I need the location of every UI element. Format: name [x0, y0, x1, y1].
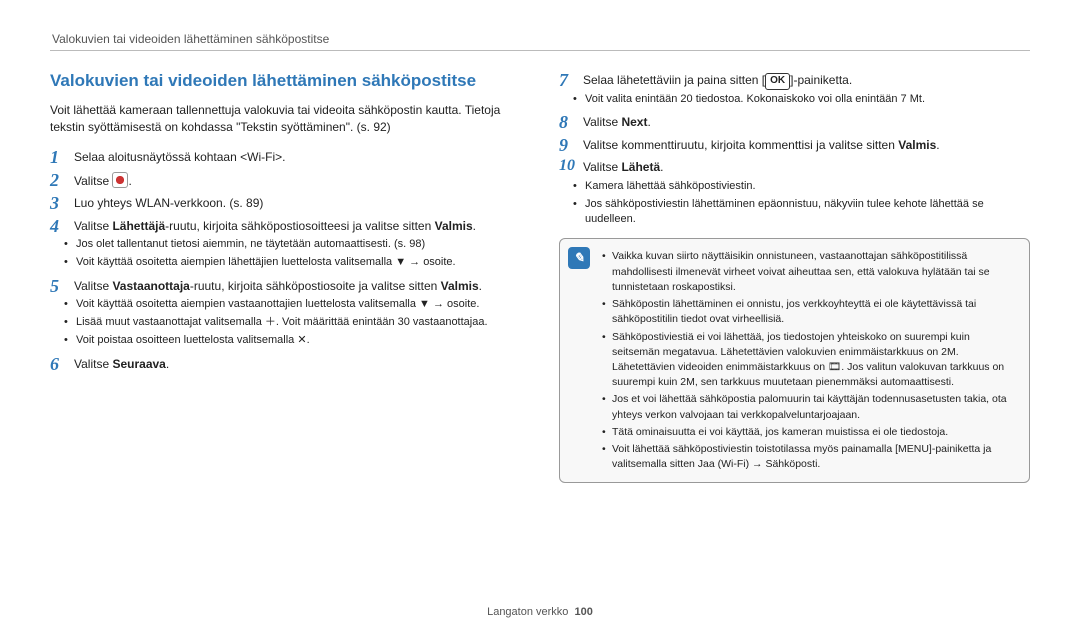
- list-item: Voit poistaa osoitteen luettelosta valit…: [76, 333, 521, 349]
- step-number-5: 5: [50, 277, 74, 295]
- step-number-6: 6: [50, 355, 74, 373]
- right-column: 7 Selaa lähetettäviin ja paina sitten [O…: [559, 65, 1030, 483]
- step-number-4: 4: [50, 217, 74, 235]
- left-column: Valokuvien tai videoiden lähettäminen sä…: [50, 65, 521, 483]
- section-title: Valokuvien tai videoiden lähettäminen sä…: [50, 69, 521, 94]
- list-item: Voit käyttää osoitetta aiempien vastaano…: [76, 297, 521, 313]
- list-item: Jos sähköpostiviestin lähettäminen epäon…: [585, 197, 1030, 229]
- list-item: Voit lähettää sähköpostiviestin toistoti…: [612, 442, 1019, 472]
- step-10-sublist: Kamera lähettää sähköpostiviestin. Jos s…: [585, 179, 1030, 229]
- step-number-1: 1: [50, 148, 74, 166]
- step-number-3: 3: [50, 194, 74, 212]
- step-number-10: 10: [559, 158, 583, 176]
- step-7-sublist: Voit valita enintään 20 tiedostoa. Kokon…: [585, 92, 1030, 108]
- list-item: Jos olet tallentanut tietosi aiemmin, ne…: [76, 237, 521, 253]
- step-9-text: Valitse kommenttiruutu, kirjoita komment…: [583, 136, 1030, 154]
- running-header: Valokuvien tai videoiden lähettäminen sä…: [50, 32, 1030, 46]
- step-10-text: Valitse Lähetä.: [583, 158, 1030, 176]
- list-item: Sähköpostin lähettäminen ei onnistu, jos…: [612, 297, 1019, 327]
- intro-text: Voit lähettää kameraan tallennettuja val…: [50, 102, 521, 137]
- step-4-text: Valitse Lähettäjä-ruutu, kirjoita sähköp…: [74, 217, 521, 235]
- step-number-2: 2: [50, 171, 74, 190]
- info-notebox: ✎ Vaikka kuvan siirto näyttäisikin onnis…: [559, 238, 1030, 483]
- list-item: Voit käyttää osoitetta aiempien lähettäj…: [76, 255, 521, 271]
- step-number-7: 7: [559, 71, 583, 90]
- step-number-8: 8: [559, 113, 583, 131]
- step-3-text: Luo yhteys WLAN-verkkoon. (s. 89): [74, 194, 521, 212]
- ok-key-icon: OK: [765, 73, 790, 90]
- note-icon: ✎: [568, 247, 590, 269]
- header-divider: [50, 50, 1030, 51]
- page-footer: Langaton verkko 100: [0, 606, 1080, 618]
- list-item: Lisää muut vastaanottajat valitsemalla ＋…: [76, 315, 521, 331]
- list-item: Tätä ominaisuutta ei voi käyttää, jos ka…: [612, 425, 1019, 440]
- footer-page-number: 100: [575, 606, 593, 618]
- step-2-text: Valitse .: [74, 171, 521, 190]
- step-number-9: 9: [559, 136, 583, 154]
- step-6-text: Valitse Seuraava.: [74, 355, 521, 373]
- list-item: Jos et voi lähettää sähköpostia palomuur…: [612, 392, 1019, 422]
- list-item: Vaikka kuvan siirto näyttäisikin onnistu…: [612, 249, 1019, 295]
- list-item: Sähköpostiviestiä ei voi lähettää, jos t…: [612, 330, 1019, 391]
- list-item: Voit valita enintään 20 tiedostoa. Kokon…: [585, 92, 1030, 108]
- footer-section: Langaton verkko: [487, 606, 568, 618]
- step-5-text: Valitse Vastaanottaja-ruutu, kirjoita sä…: [74, 277, 521, 295]
- step-4-sublist: Jos olet tallentanut tietosi aiemmin, ne…: [76, 237, 521, 271]
- list-item: Kamera lähettää sähköpostiviestin.: [585, 179, 1030, 195]
- step-1-text: Selaa aloitusnäytössä kohtaan <Wi-Fi>.: [74, 148, 521, 166]
- note-list: Vaikka kuvan siirto näyttäisikin onnistu…: [600, 247, 1019, 474]
- step-7-text: Selaa lähetettäviin ja paina sitten [OK]…: [583, 71, 1030, 90]
- email-app-icon: [112, 172, 128, 188]
- step-5-sublist: Voit käyttää osoitetta aiempien vastaano…: [76, 297, 521, 349]
- step-8-text: Valitse Next.: [583, 113, 1030, 131]
